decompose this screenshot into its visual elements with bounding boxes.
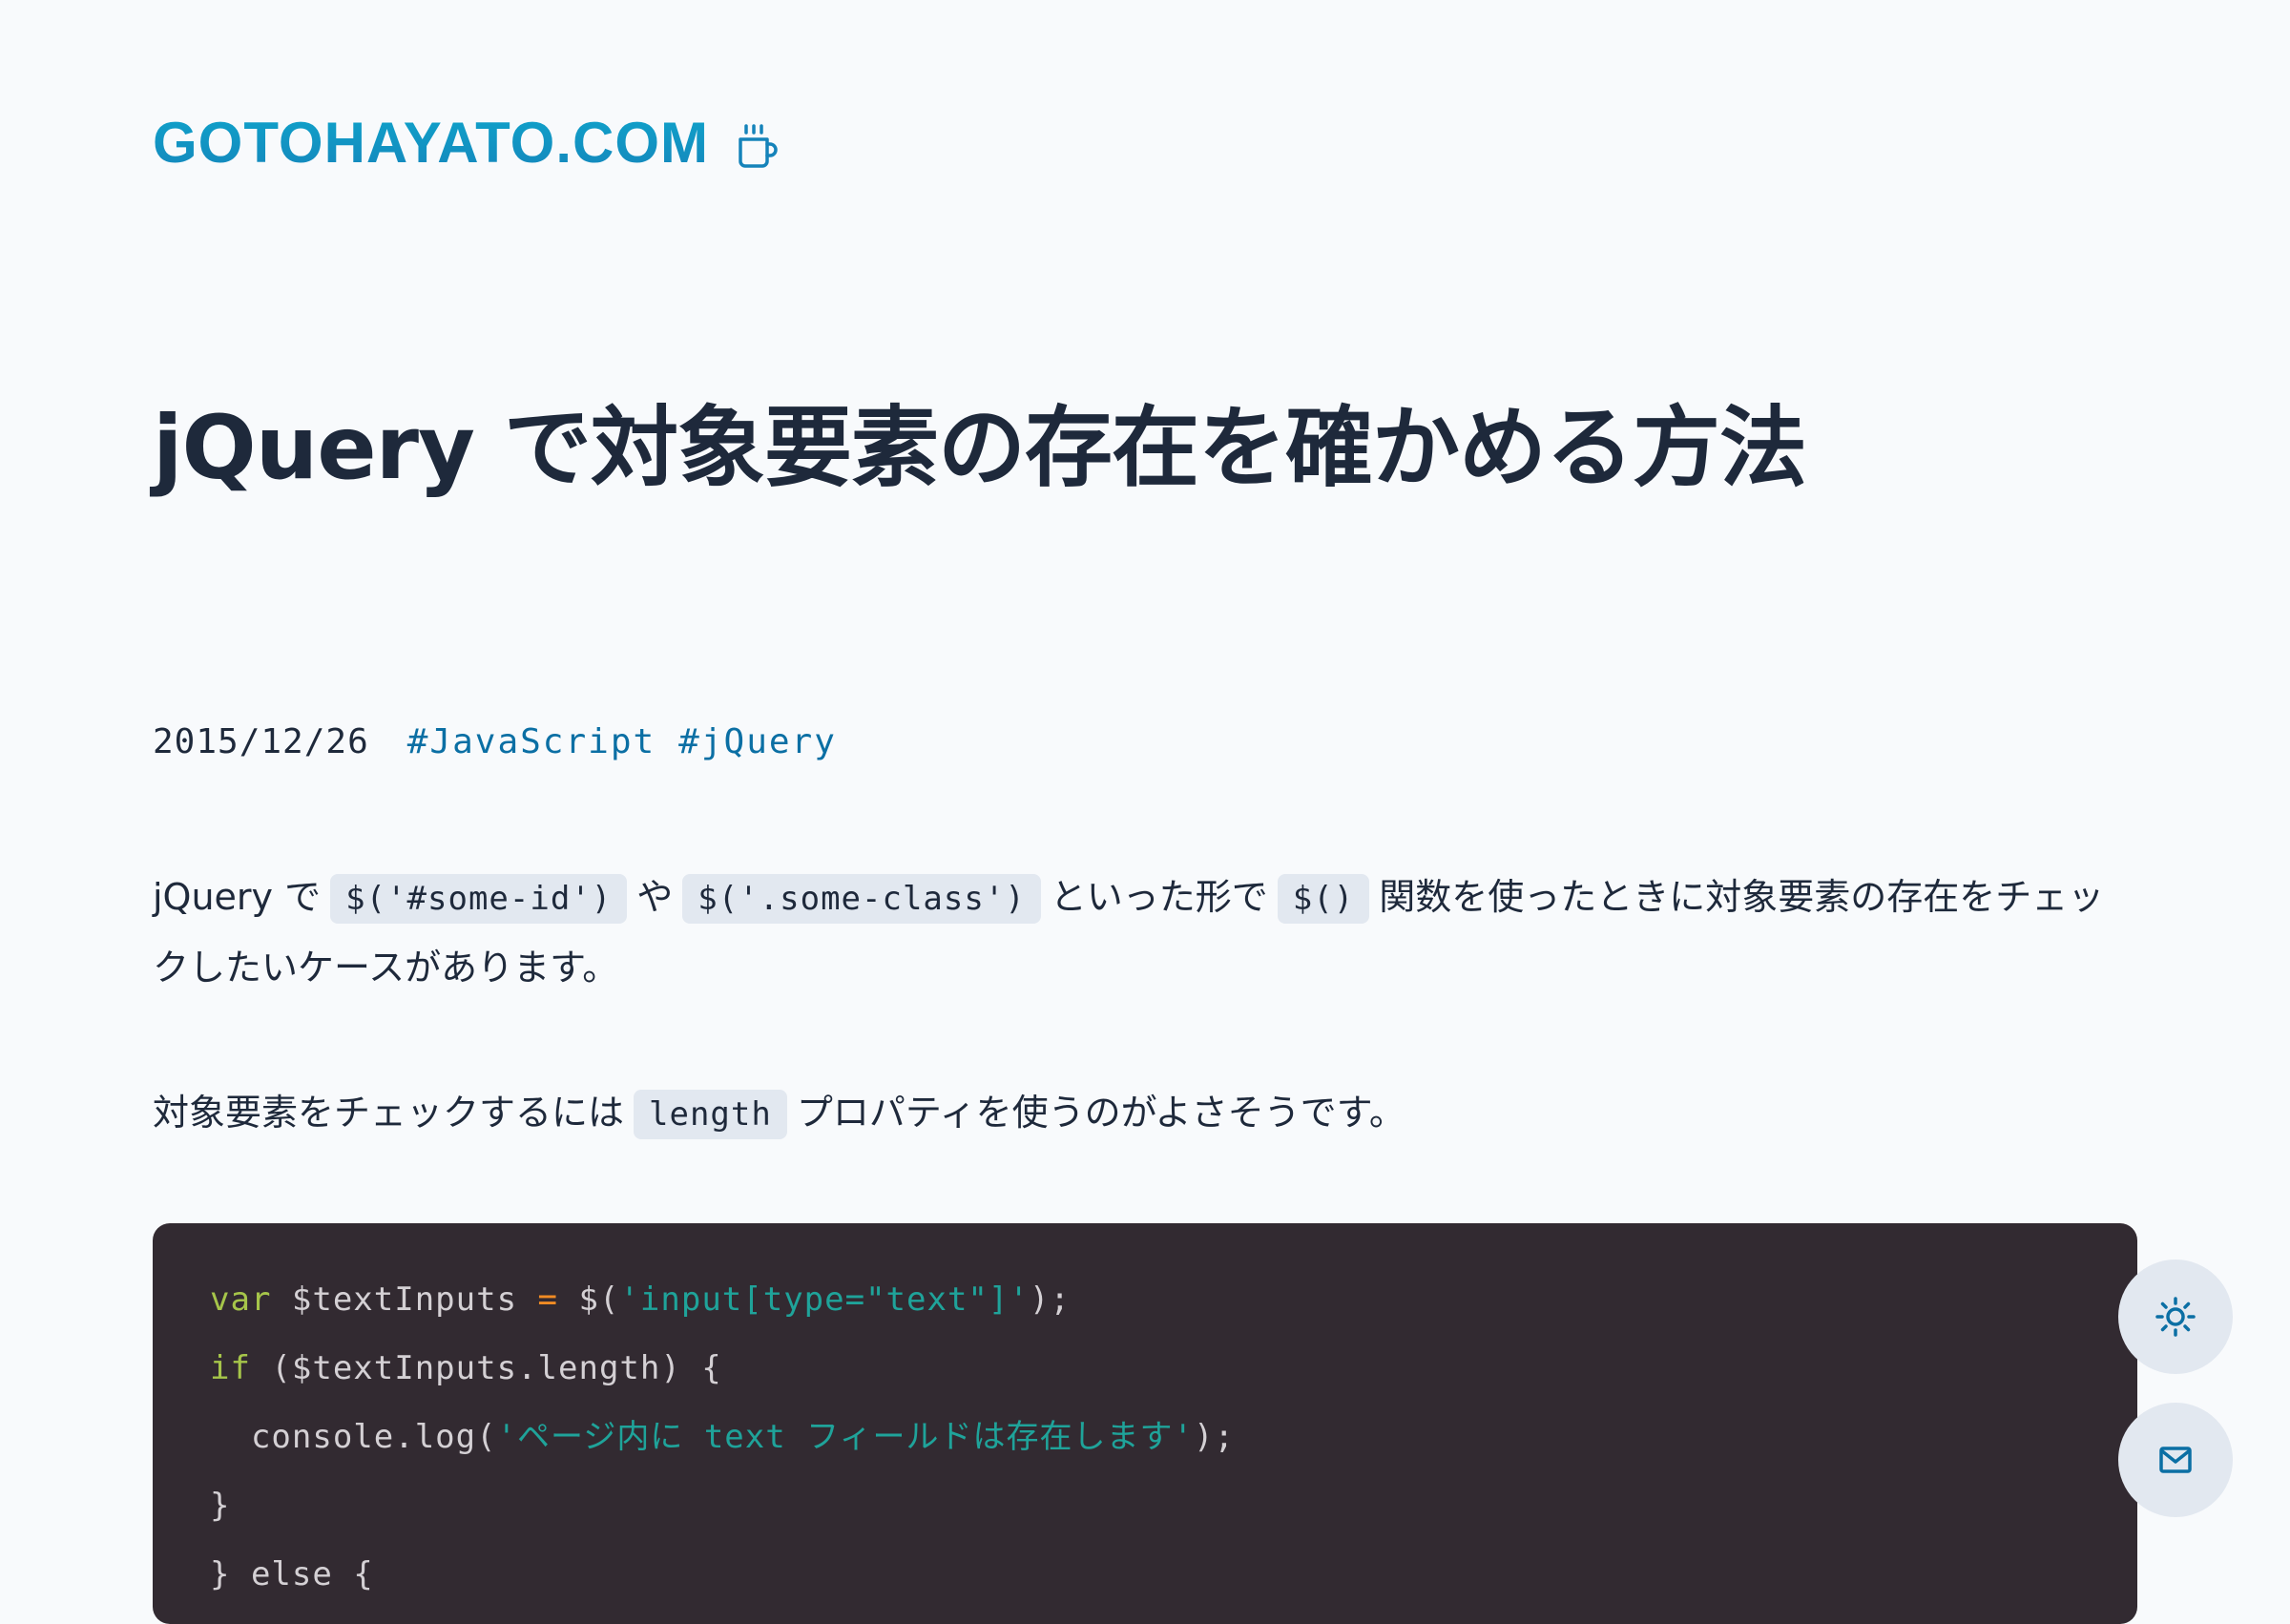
post-date: 2015/12/26 — [153, 722, 369, 761]
code-text: ($textInputs.length) { — [250, 1349, 722, 1387]
code-text: ); — [1193, 1418, 1235, 1456]
code-text: } — [210, 1487, 231, 1525]
post-meta: 2015/12/26 #JavaScript #jQuery — [153, 714, 860, 771]
tag-link-jquery[interactable]: #jQuery — [678, 714, 837, 771]
code-line-4: } — [210, 1471, 2080, 1540]
mail-icon — [2159, 1447, 2192, 1473]
code-text: console.log( — [210, 1418, 497, 1456]
code-keyword: var — [210, 1280, 272, 1319]
code-operator: = — [537, 1280, 559, 1319]
code-text: $textInputs — [271, 1280, 538, 1319]
coffee-cup-icon — [738, 123, 780, 169]
text-segment: といった形で — [1050, 876, 1268, 918]
code-keyword: if — [210, 1349, 251, 1387]
code-string: 'input[type="text"]' — [619, 1280, 1030, 1319]
code-content: var $textInputs = $('input[type="text"]'… — [210, 1265, 2080, 1609]
site-logo-link[interactable]: GOTOHAYATO.COM — [153, 103, 709, 183]
code-line-1: var $textInputs = $('input[type="text"]'… — [210, 1265, 2080, 1334]
inline-code-some-id: $('#some-id') — [330, 874, 628, 924]
code-line-3: console.log('ページ内に text フィールドは存在します'); — [210, 1403, 2080, 1471]
code-text: $( — [558, 1280, 620, 1319]
code-line-2: if ($textInputs.length) { — [210, 1334, 2080, 1403]
text-segment: プロパティを使うのがよさそうです。 — [796, 1092, 1405, 1134]
tag-link-javascript[interactable]: #JavaScript — [407, 714, 656, 771]
inline-code-dollar-function: $() — [1277, 874, 1370, 924]
code-line-5: } else { — [210, 1540, 2080, 1609]
contact-mail-button[interactable] — [2118, 1403, 2233, 1517]
inline-code-some-class: $('.some-class') — [682, 874, 1041, 924]
text-segment: 対象要素をチェックするには — [153, 1092, 625, 1134]
code-block: var $textInputs = $('input[type="text"]'… — [153, 1223, 2137, 1624]
code-string: 'ページ内に text フィールドは存在します' — [496, 1418, 1194, 1456]
text-segment: jQuery で — [153, 876, 322, 918]
intro-paragraph: jQuery で $('#some-id') や $('.some-class') とい… — [153, 863, 2137, 1002]
site-header: GOTOHAYATO.COM — [153, 103, 780, 183]
text-segment: や — [636, 876, 674, 918]
code-text: ); — [1029, 1280, 1071, 1319]
theme-toggle-button[interactable] — [2118, 1260, 2233, 1374]
length-paragraph: 対象要素をチェックするには length プロパティを使うのがよさそうです。 — [153, 1078, 2137, 1149]
code-text: } else { — [210, 1555, 374, 1593]
inline-code-length: length — [634, 1090, 787, 1139]
sun-icon — [2155, 1296, 2196, 1338]
post-title: jQuery で対象要素の存在を確かめる方法 — [153, 397, 1807, 499]
